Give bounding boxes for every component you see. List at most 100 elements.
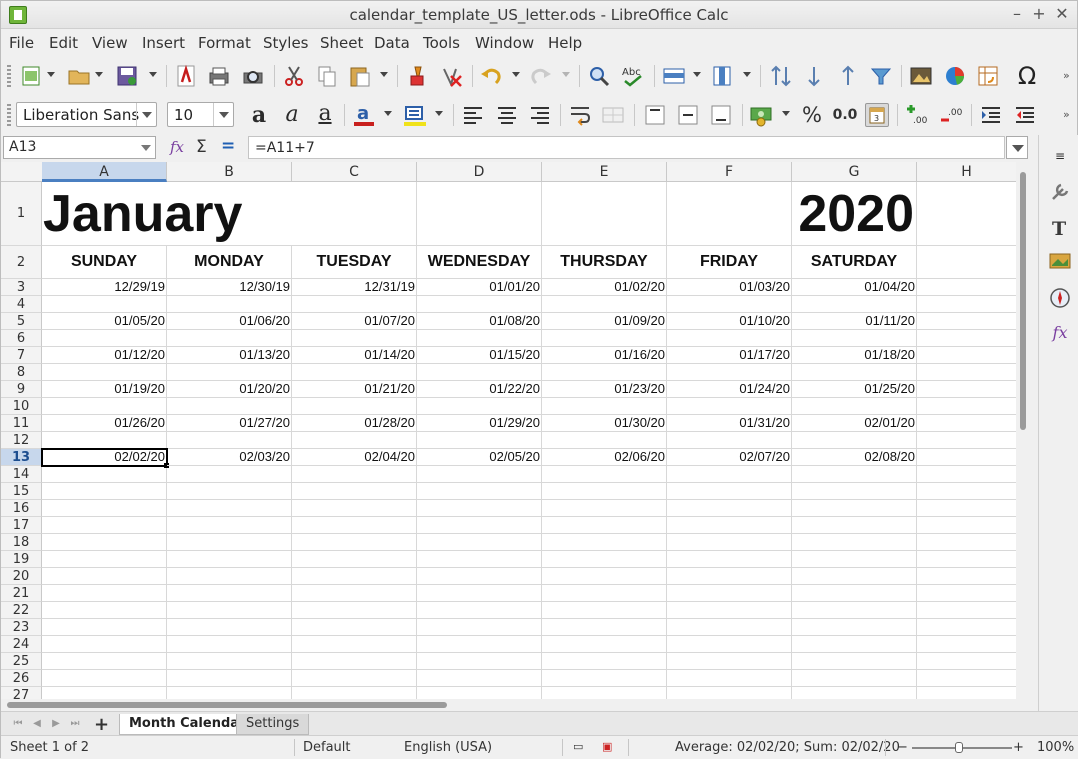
insert-chart-icon[interactable] xyxy=(943,64,967,88)
row-icon[interactable] xyxy=(662,64,686,88)
cell-g10[interactable] xyxy=(792,398,917,415)
cell-b19[interactable] xyxy=(167,551,292,568)
cell-d20[interactable] xyxy=(417,568,542,585)
column-icon[interactable] xyxy=(710,64,734,88)
autofilter-icon[interactable] xyxy=(869,64,893,88)
formula-input[interactable]: =A11+7 xyxy=(248,136,1005,159)
cell-h9[interactable] xyxy=(917,381,1016,398)
cell-e12[interactable] xyxy=(542,432,667,449)
close-icon[interactable]: ✕ xyxy=(1052,4,1072,24)
menu-sheet[interactable]: Sheet xyxy=(320,34,363,52)
cell-b6[interactable] xyxy=(167,330,292,347)
cell-e10[interactable] xyxy=(542,398,667,415)
cell-f25[interactable] xyxy=(667,653,792,670)
cell-d6[interactable] xyxy=(417,330,542,347)
cell-a14[interactable] xyxy=(42,466,167,483)
cell-e21[interactable] xyxy=(542,585,667,602)
cell-b20[interactable] xyxy=(167,568,292,585)
horizontal-scrollbar[interactable] xyxy=(1,699,1031,711)
row-header-14[interactable]: 14 xyxy=(1,466,42,483)
cell-g19[interactable] xyxy=(792,551,917,568)
cell-e5[interactable]: 01/09/20 xyxy=(542,313,667,330)
cell-h12[interactable] xyxy=(917,432,1016,449)
day-header-thursday[interactable]: THURSDAY xyxy=(542,246,667,279)
cell-g3[interactable]: 01/04/20 xyxy=(792,279,917,296)
cell-c25[interactable] xyxy=(292,653,417,670)
cell-a21[interactable] xyxy=(42,585,167,602)
center-vertically-icon[interactable] xyxy=(676,103,700,127)
bold-icon[interactable]: a xyxy=(247,103,271,127)
align-right-icon[interactable] xyxy=(528,103,552,127)
cell-h24[interactable] xyxy=(917,636,1016,653)
toolbar-overflow-icon[interactable]: » xyxy=(1063,69,1070,82)
cell-c4[interactable] xyxy=(292,296,417,313)
percent-format-icon[interactable]: % xyxy=(800,103,824,127)
increase-indent-icon[interactable] xyxy=(979,103,1003,127)
zoom-out-button[interactable]: − xyxy=(897,740,908,755)
cell-a5[interactable]: 01/05/20 xyxy=(42,313,167,330)
cell-h7[interactable] xyxy=(917,347,1016,364)
cell-g7[interactable]: 01/18/20 xyxy=(792,347,917,364)
cell-d8[interactable] xyxy=(417,364,542,381)
cell-h10[interactable] xyxy=(917,398,1016,415)
day-header-wednesday[interactable]: WEDNESDAY xyxy=(417,246,542,279)
cell-a11[interactable]: 01/26/20 xyxy=(42,415,167,432)
redo-icon[interactable] xyxy=(529,64,553,88)
cell-c21[interactable] xyxy=(292,585,417,602)
cell-h1[interactable] xyxy=(917,182,1016,246)
menu-file[interactable]: File xyxy=(9,34,34,52)
cell-b27[interactable] xyxy=(167,687,292,699)
print-icon[interactable] xyxy=(207,64,231,88)
cell-d23[interactable] xyxy=(417,619,542,636)
font-color-dropdown-icon[interactable] xyxy=(384,111,392,116)
currency-dropdown-icon[interactable] xyxy=(782,111,790,116)
minimize-icon[interactable]: – xyxy=(1007,4,1027,24)
cell-e23[interactable] xyxy=(542,619,667,636)
column-header-d[interactable]: D xyxy=(417,162,542,182)
font-name-box[interactable]: Liberation Sans xyxy=(16,102,157,127)
cell-h19[interactable] xyxy=(917,551,1016,568)
cell-d14[interactable] xyxy=(417,466,542,483)
cell-b7[interactable]: 01/13/20 xyxy=(167,347,292,364)
cell-e19[interactable] xyxy=(542,551,667,568)
cell-e14[interactable] xyxy=(542,466,667,483)
open-dropdown-icon[interactable] xyxy=(95,72,103,77)
cell-d10[interactable] xyxy=(417,398,542,415)
cell-b26[interactable] xyxy=(167,670,292,687)
paste-icon[interactable] xyxy=(348,64,372,88)
align-center-icon[interactable] xyxy=(495,103,519,127)
row-header-21[interactable]: 21 xyxy=(1,585,42,602)
cell-b21[interactable] xyxy=(167,585,292,602)
cell-c23[interactable] xyxy=(292,619,417,636)
row-header-23[interactable]: 23 xyxy=(1,619,42,636)
find-replace-icon[interactable] xyxy=(587,64,611,88)
cell-g11[interactable]: 02/01/20 xyxy=(792,415,917,432)
redo-dropdown-icon[interactable] xyxy=(562,72,570,77)
cell-f4[interactable] xyxy=(667,296,792,313)
column-header-e[interactable]: E xyxy=(542,162,667,182)
cell-g27[interactable] xyxy=(792,687,917,699)
cell-b9[interactable]: 01/20/20 xyxy=(167,381,292,398)
column-header-b[interactable]: B xyxy=(167,162,292,182)
cell-g15[interactable] xyxy=(792,483,917,500)
cell-h5[interactable] xyxy=(917,313,1016,330)
formatting-toolbar-grip[interactable] xyxy=(7,104,11,126)
cell-d22[interactable] xyxy=(417,602,542,619)
cell-h25[interactable] xyxy=(917,653,1016,670)
cell-f6[interactable] xyxy=(667,330,792,347)
navigator-icon[interactable] xyxy=(1047,285,1073,311)
column-dropdown-icon[interactable] xyxy=(743,72,751,77)
cell-d18[interactable] xyxy=(417,534,542,551)
new-dropdown-icon[interactable] xyxy=(47,72,55,77)
cell-a4[interactable] xyxy=(42,296,167,313)
cell-g18[interactable] xyxy=(792,534,917,551)
cell-b5[interactable]: 01/06/20 xyxy=(167,313,292,330)
cell-c7[interactable]: 01/14/20 xyxy=(292,347,417,364)
cell-g16[interactable] xyxy=(792,500,917,517)
italic-icon[interactable]: a xyxy=(280,103,304,127)
cell-a16[interactable] xyxy=(42,500,167,517)
wrap-text-icon[interactable] xyxy=(568,103,592,127)
cell-e3[interactable]: 01/02/20 xyxy=(542,279,667,296)
cell-a3[interactable]: 12/29/19 xyxy=(42,279,167,296)
cell-h2[interactable] xyxy=(917,246,1016,279)
